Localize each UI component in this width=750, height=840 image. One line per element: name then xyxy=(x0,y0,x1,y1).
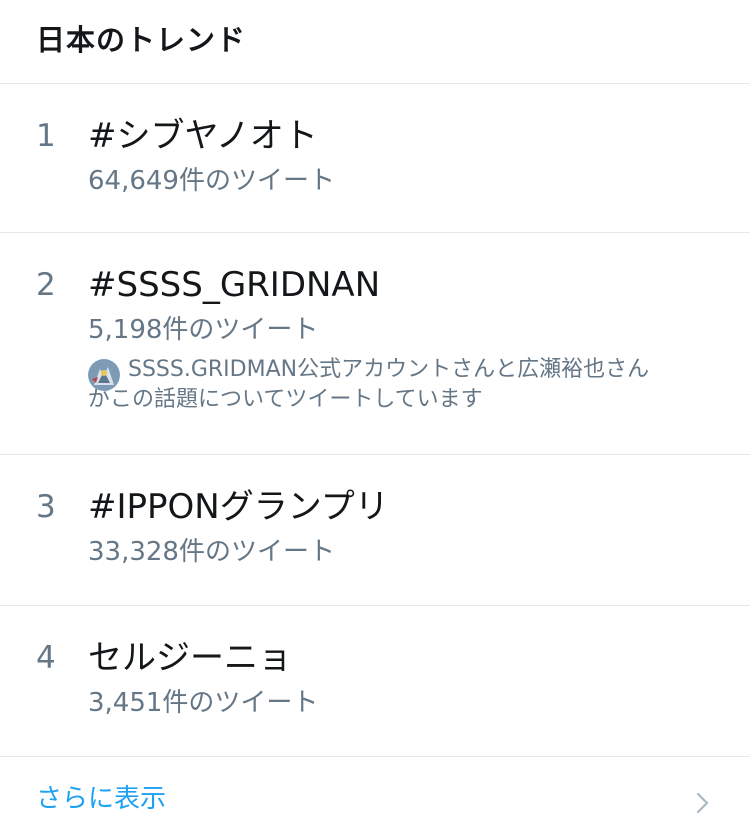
trend-rank: 4 xyxy=(36,640,56,676)
chevron-right-icon xyxy=(696,792,709,814)
trend-rank: 3 xyxy=(36,489,56,525)
show-more-link[interactable]: さらに表示 xyxy=(36,784,166,814)
context-line: SSSS.GRIDMAN公式アカウントさんと広瀬裕也さん xyxy=(128,357,650,382)
tweet-count: 3,451件のツイート xyxy=(88,688,319,718)
trend-name: #SSSS_GRIDNAN xyxy=(88,265,381,305)
trend-body: #シブヤノオト 64,649件のツイート xyxy=(88,116,714,196)
trend-name: セルジーニョ xyxy=(88,638,292,678)
trend-item-2[interactable]: 2 #SSSS_GRIDNAN 5,198件のツイート SSSS.GRIDMAN… xyxy=(0,233,750,455)
tweet-count: 33,328件のツイート xyxy=(88,537,335,567)
trend-item-3[interactable]: 3 #IPPONグランプリ 33,328件のツイート xyxy=(0,455,750,606)
context-line: がこの話題についてツイートしています xyxy=(88,387,483,412)
trend-name: #シブヤノオト xyxy=(88,116,318,156)
trend-item-4[interactable]: 4 セルジーニョ 3,451件のツイート xyxy=(0,606,750,757)
trend-rank: 2 xyxy=(36,267,56,303)
trend-body: セルジーニョ 3,451件のツイート xyxy=(88,638,714,718)
trend-body: #SSSS_GRIDNAN 5,198件のツイート SSSS.GRIDMAN公式… xyxy=(88,265,714,415)
trends-title: 日本のトレンド xyxy=(36,23,247,57)
trend-name: #IPPONグランプリ xyxy=(88,487,389,527)
trends-panel: 日本のトレンド 1 #シブヤノオト 64,649件のツイート 2 #SSSS_G… xyxy=(0,0,750,840)
trend-body: #IPPONグランプリ 33,328件のツイート xyxy=(88,487,714,567)
avatar xyxy=(88,359,120,391)
context-text: SSSS.GRIDMAN公式アカウントさんと広瀬裕也さん がこの話題についてツイ… xyxy=(88,355,718,415)
show-more-row[interactable]: さらに表示 xyxy=(0,757,750,839)
trends-header: 日本のトレンド xyxy=(0,0,750,84)
trend-context: SSSS.GRIDMAN公式アカウントさんと広瀬裕也さん がこの話題についてツイ… xyxy=(88,355,714,415)
trend-rank: 1 xyxy=(36,118,56,154)
trend-item-1[interactable]: 1 #シブヤノオト 64,649件のツイート xyxy=(0,84,750,233)
tweet-count: 5,198件のツイート xyxy=(88,315,319,345)
tweet-count: 64,649件のツイート xyxy=(88,166,335,196)
